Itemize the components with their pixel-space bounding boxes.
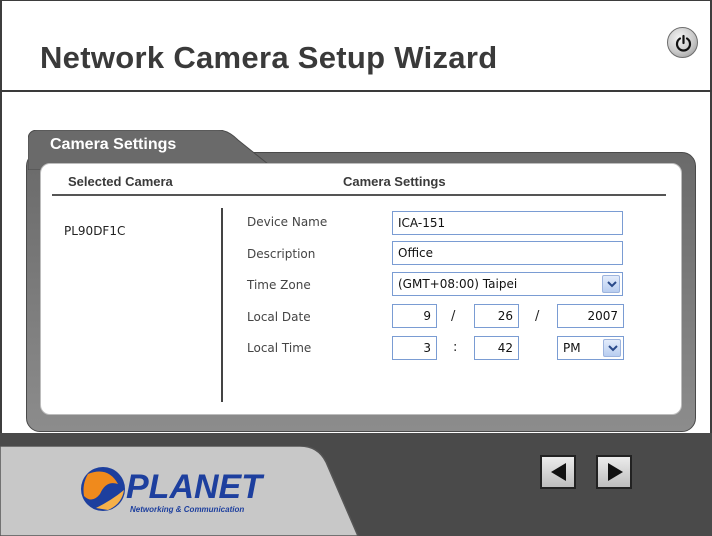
am-pm-value: PM bbox=[563, 341, 581, 355]
local-date-label: Local Date bbox=[247, 310, 311, 324]
previous-button[interactable] bbox=[540, 455, 576, 489]
time-minute-input[interactable]: 42 bbox=[474, 336, 519, 360]
description-input[interactable]: Office bbox=[392, 241, 623, 265]
planet-logo: PLANET Networking & Communication bbox=[81, 467, 265, 514]
brand-text: PLANET bbox=[126, 468, 265, 506]
selected-camera-header: Selected Camera bbox=[68, 174, 173, 189]
description-label: Description bbox=[247, 247, 316, 261]
previous-arrow-icon bbox=[551, 463, 566, 481]
time-separator: : bbox=[453, 340, 458, 355]
time-zone-dropdown-button[interactable] bbox=[602, 275, 620, 293]
date-year-input[interactable]: 2007 bbox=[557, 304, 624, 328]
header-divider bbox=[52, 194, 666, 196]
time-zone-label: Time Zone bbox=[247, 278, 311, 292]
next-arrow-icon bbox=[608, 463, 623, 481]
device-name-input[interactable]: ICA-151 bbox=[392, 211, 623, 235]
time-zone-select[interactable]: (GMT+08:00) Taipei bbox=[392, 272, 623, 296]
camera-settings-header: Camera Settings bbox=[343, 174, 446, 189]
column-divider bbox=[221, 208, 223, 402]
chevron-down-icon bbox=[608, 345, 618, 352]
page-title: Network Camera Setup Wizard bbox=[40, 40, 498, 75]
date-day-input[interactable]: 26 bbox=[474, 304, 519, 328]
time-hour-input[interactable]: 3 bbox=[392, 336, 437, 360]
date-separator-1: / bbox=[451, 309, 456, 324]
device-name-label: Device Name bbox=[247, 215, 328, 229]
power-button[interactable] bbox=[667, 27, 698, 58]
am-pm-select[interactable]: PM bbox=[557, 336, 624, 360]
am-pm-dropdown-button[interactable] bbox=[603, 339, 621, 357]
title-divider bbox=[0, 90, 712, 92]
power-icon bbox=[675, 34, 692, 52]
local-time-label: Local Time bbox=[247, 341, 312, 355]
date-month-input[interactable]: 9 bbox=[392, 304, 437, 328]
chevron-down-icon bbox=[607, 281, 617, 288]
date-separator-2: / bbox=[535, 309, 540, 324]
brand-tagline: Networking & Communication bbox=[130, 505, 244, 514]
tab-label: Camera Settings bbox=[50, 136, 177, 153]
time-zone-value: (GMT+08:00) Taipei bbox=[398, 277, 518, 291]
selected-camera-item[interactable]: PL90DF1C bbox=[64, 224, 125, 238]
next-button[interactable] bbox=[596, 455, 632, 489]
